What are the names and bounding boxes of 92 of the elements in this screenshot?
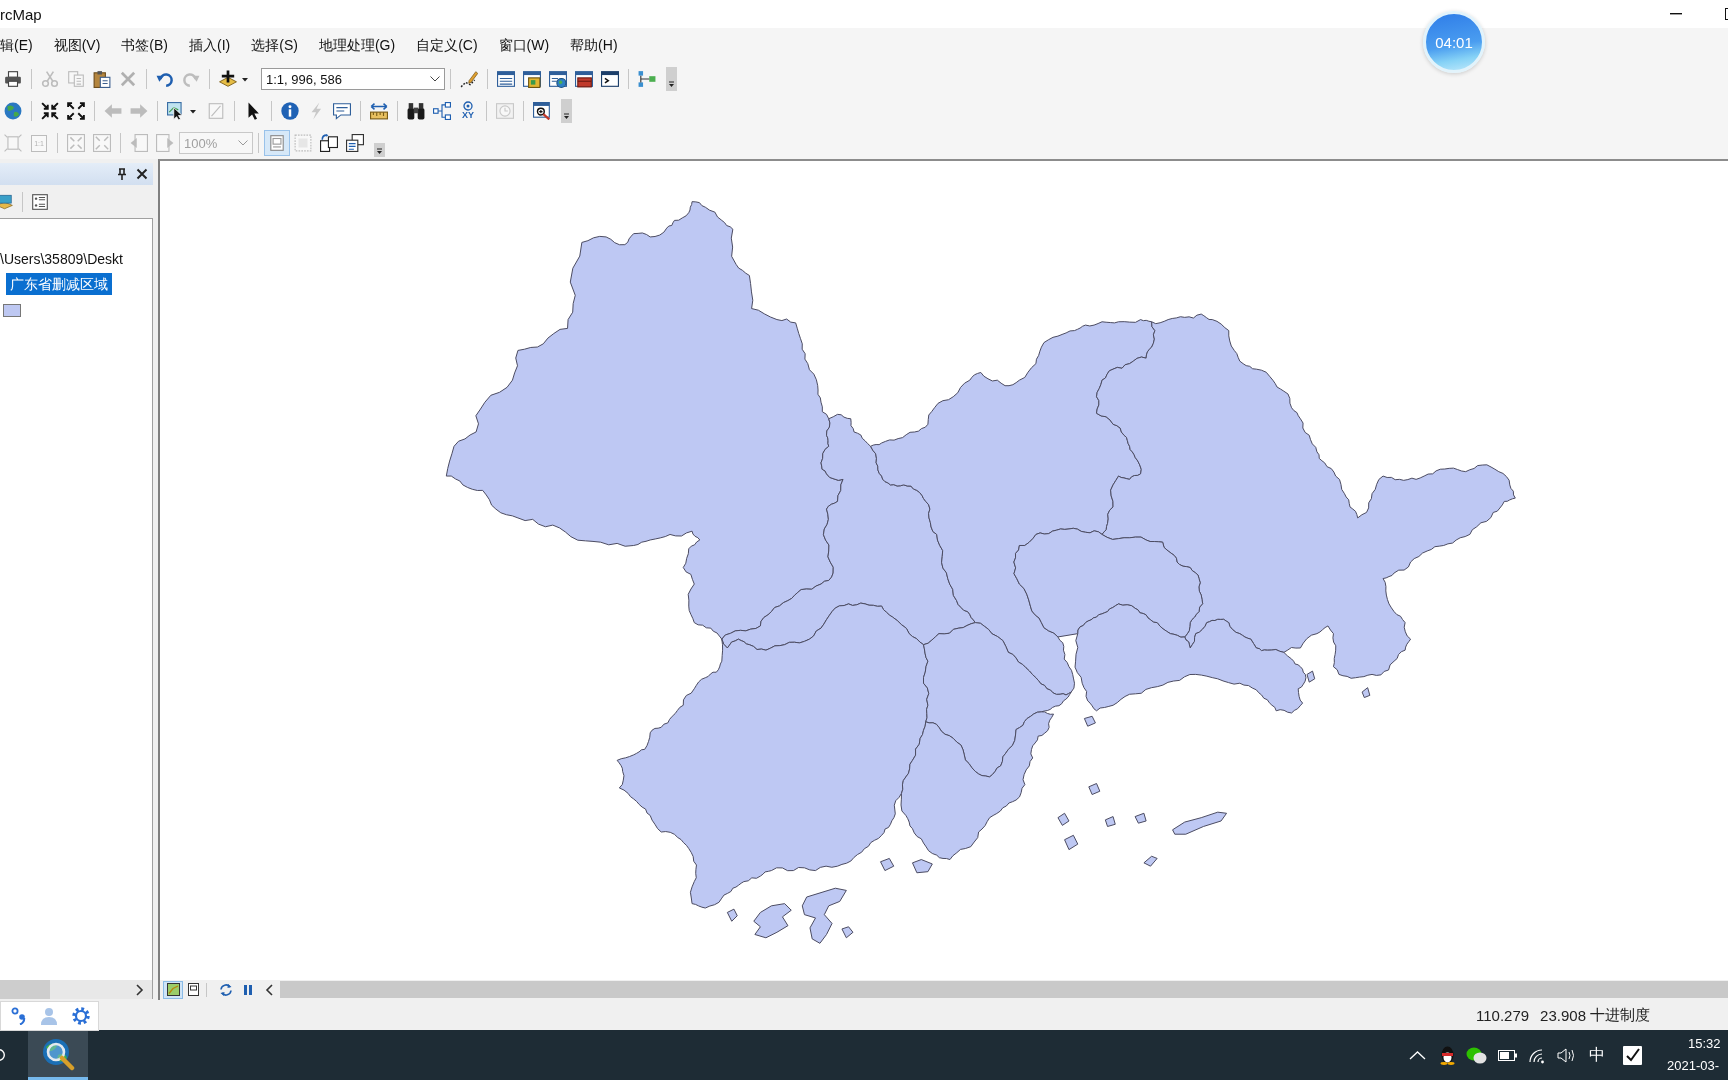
pin-icon[interactable] bbox=[116, 168, 128, 180]
chevron-up-icon[interactable] bbox=[1409, 1050, 1426, 1060]
scale-dropdown[interactable]: 1:1, 996, 586 bbox=[261, 68, 445, 90]
globe-window-icon[interactable] bbox=[549, 70, 567, 88]
island bbox=[1104, 816, 1116, 827]
pause-icon[interactable] bbox=[243, 983, 253, 996]
chevron-left-icon[interactable] bbox=[265, 983, 273, 996]
pages-icon[interactable] bbox=[346, 134, 364, 152]
coordinate-units: 十进制度 bbox=[1590, 1005, 1650, 1025]
layer-item[interactable]: 广东省删减区域 bbox=[6, 273, 112, 295]
island bbox=[1088, 783, 1101, 796]
toolbox-window-icon[interactable] bbox=[575, 70, 593, 88]
globe-magnifier-icon bbox=[41, 1036, 75, 1071]
add-data-icon[interactable] bbox=[219, 70, 237, 88]
island bbox=[1134, 812, 1147, 824]
clock-date[interactable]: 2021-03- bbox=[1667, 1055, 1720, 1077]
battery-icon[interactable] bbox=[1498, 1049, 1517, 1061]
source-path[interactable]: \Users\35809\Deskt bbox=[0, 249, 123, 269]
list-window-icon[interactable] bbox=[497, 70, 515, 88]
close-icon[interactable] bbox=[136, 168, 148, 180]
arrows-inward-icon[interactable] bbox=[41, 102, 59, 120]
menu-item[interactable]: 视图(V) bbox=[53, 36, 101, 55]
clipboard-icon[interactable] bbox=[93, 70, 111, 88]
magnifier-window-icon[interactable] bbox=[533, 102, 551, 120]
scrollbar-track[interactable] bbox=[280, 981, 1728, 998]
island bbox=[1143, 855, 1158, 867]
island bbox=[726, 908, 738, 922]
chevron-down-icon bbox=[238, 140, 248, 146]
menu-item[interactable]: 自定义(C) bbox=[416, 36, 478, 55]
scrollbar-thumb[interactable] bbox=[0, 980, 50, 999]
pencil-icon[interactable] bbox=[460, 70, 478, 88]
target-icon bbox=[463, 101, 473, 111]
map-page-icon bbox=[166, 983, 180, 996]
info-icon[interactable] bbox=[281, 102, 299, 120]
toolbar-options-icon[interactable] bbox=[561, 99, 572, 123]
taskbar-app-button[interactable] bbox=[28, 1030, 88, 1080]
list-icon[interactable] bbox=[30, 192, 49, 211]
chevron-right-icon[interactable] bbox=[136, 983, 144, 996]
page-icon bbox=[186, 983, 200, 996]
punctuation-icon[interactable] bbox=[11, 1007, 27, 1025]
arrows-outward-icon[interactable] bbox=[67, 102, 85, 120]
island bbox=[880, 857, 895, 872]
menu-item[interactable]: 选择(S) bbox=[251, 36, 298, 55]
wifi-icon[interactable] bbox=[1529, 1046, 1546, 1064]
page-icon bbox=[268, 134, 286, 152]
input-mode-indicator[interactable]: 中 bbox=[1589, 1046, 1605, 1064]
speaker-icon[interactable] bbox=[1557, 1046, 1576, 1064]
window-title: rcMap bbox=[0, 5, 42, 23]
data-view-button[interactable] bbox=[163, 980, 183, 999]
menu-item[interactable]: 辑(E) bbox=[0, 36, 33, 55]
island bbox=[753, 903, 792, 939]
menu-item[interactable]: 书签(B) bbox=[121, 36, 168, 55]
terminal-window-icon[interactable] bbox=[601, 70, 619, 88]
undo-icon[interactable] bbox=[156, 70, 174, 88]
search-icon[interactable] bbox=[0, 1047, 5, 1063]
layers-icon[interactable] bbox=[0, 192, 14, 211]
go-to-xy-button[interactable]: XY bbox=[459, 101, 477, 121]
minimize-icon[interactable] bbox=[1670, 13, 1682, 15]
clock-time[interactable]: 15:32 bbox=[1688, 1033, 1721, 1055]
menu-item[interactable]: 地理处理(G) bbox=[318, 36, 396, 55]
select-features-icon[interactable] bbox=[167, 102, 185, 120]
scrollbar-track[interactable] bbox=[0, 980, 153, 999]
x-coordinate: 110.279 bbox=[1476, 1006, 1530, 1024]
toolbar-options-icon[interactable] bbox=[666, 67, 677, 91]
island bbox=[1172, 811, 1228, 835]
menu-item[interactable]: 帮助(H) bbox=[570, 36, 618, 55]
binoculars-icon[interactable] bbox=[407, 102, 425, 120]
network-icon[interactable] bbox=[433, 102, 451, 120]
speech-bubble-icon[interactable] bbox=[333, 102, 351, 120]
ruler-icon[interactable] bbox=[370, 102, 388, 120]
menu-item[interactable]: 窗口(W) bbox=[498, 36, 550, 55]
legend-swatch[interactable] bbox=[3, 304, 21, 317]
checkbox-icon[interactable] bbox=[1623, 1045, 1642, 1065]
flowchart-icon[interactable] bbox=[638, 70, 656, 88]
maximize-icon[interactable] bbox=[1725, 8, 1728, 20]
folder-window-icon[interactable] bbox=[523, 70, 541, 88]
layout-swap-icon[interactable] bbox=[320, 134, 338, 152]
penguin-icon[interactable] bbox=[1439, 1045, 1456, 1065]
island bbox=[912, 859, 933, 874]
toolbar-options-icon[interactable] bbox=[374, 143, 385, 157]
menu-item[interactable]: 插入(I) bbox=[189, 36, 231, 55]
printer-icon[interactable] bbox=[4, 70, 22, 88]
globe-icon[interactable] bbox=[4, 102, 22, 120]
y-coordinate: 23.908 bbox=[1540, 1006, 1586, 1024]
chat-bubbles-icon[interactable] bbox=[1466, 1046, 1487, 1064]
gear-icon[interactable] bbox=[72, 1007, 90, 1025]
island bbox=[1064, 834, 1079, 851]
draft-mode-button[interactable] bbox=[264, 130, 290, 156]
chevron-down-icon bbox=[430, 76, 440, 82]
island bbox=[1361, 687, 1371, 699]
refresh-icon[interactable] bbox=[219, 982, 233, 997]
island bbox=[1057, 812, 1070, 826]
